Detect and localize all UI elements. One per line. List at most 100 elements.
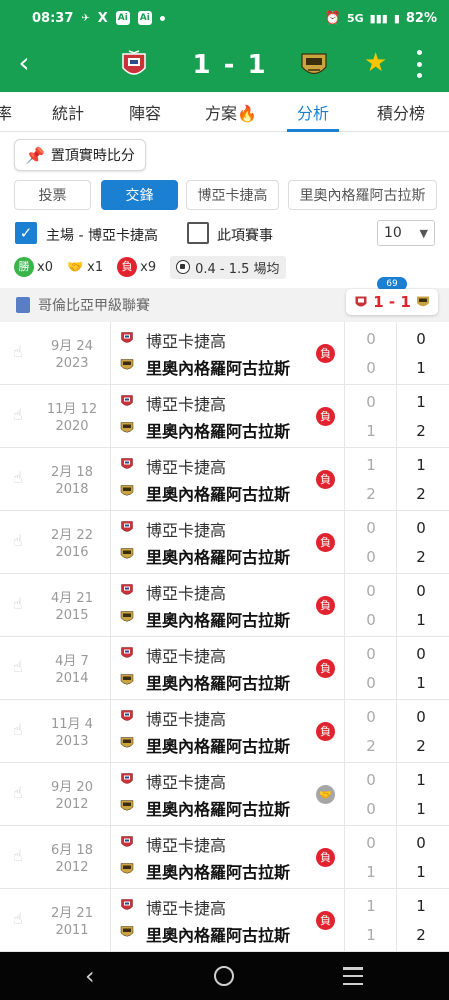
match-row[interactable]: ☝ 6月 18 2012 博亞卡捷高 里奧內格羅阿古拉斯 負 0 1 0 1 <box>0 826 449 889</box>
match-date: 9月 24 2023 <box>36 338 108 372</box>
tab-lineup[interactable]: 陣容 <box>129 100 161 124</box>
result-badge: 負 <box>316 659 335 678</box>
match-year: 2011 <box>55 923 89 938</box>
away-team: 里奧內格羅阿古拉斯 <box>120 670 290 694</box>
away-team: 里奧內格羅阿古拉斯 <box>120 796 290 820</box>
swipe-hint-icon: ☝ <box>13 657 23 676</box>
match-row[interactable]: ☝ 11月 4 2013 博亞卡捷高 里奧內格羅阿古拉斯 負 0 2 0 2 <box>0 700 449 763</box>
away-team: 里奧內格羅阿古拉斯 <box>120 544 290 568</box>
battery-icon: ▮ <box>393 11 400 25</box>
handshake-icon: 🤝 <box>66 259 84 275</box>
more-notifications-icon <box>159 15 165 21</box>
more-options-icon[interactable] <box>412 50 426 78</box>
match-date: 2月 18 2018 <box>36 464 108 498</box>
column-divider <box>396 700 397 763</box>
match-row[interactable]: ☝ 2月 21 2011 博亞卡捷高 里奧內格羅阿古拉斯 負 1 1 1 2 <box>0 889 449 952</box>
segment-home-team[interactable]: 博亞卡捷高 <box>186 180 279 210</box>
match-row[interactable]: ☝ 2月 18 2018 博亞卡捷高 里奧內格羅阿古拉斯 負 1 2 1 2 <box>0 448 449 511</box>
match-year: 2020 <box>55 419 89 434</box>
fulltime-away-score: 2 <box>416 485 426 503</box>
tab-standings[interactable]: 積分榜 <box>377 100 425 124</box>
fulltime-away-score: 1 <box>416 863 426 881</box>
segment-away-team[interactable]: 里奧內格羅阿古拉斯 <box>288 180 437 210</box>
match-year: 2018 <box>55 482 89 497</box>
column-divider <box>110 511 111 574</box>
home-team: 博亞卡捷高 <box>120 454 226 478</box>
away-team-crest-icon <box>120 420 146 440</box>
away-team-crest-icon <box>120 357 146 377</box>
match-row[interactable]: ☝ 11月 12 2020 博亞卡捷高 里奧內格羅阿古拉斯 負 0 1 1 2 <box>0 385 449 448</box>
match-date: 6月 18 2012 <box>36 842 108 876</box>
result-badge: 負 <box>316 470 335 489</box>
back-arrow-icon[interactable]: ‹ <box>10 48 38 80</box>
match-date: 9月 20 2012 <box>36 779 108 813</box>
win-count: x0 <box>37 259 53 275</box>
match-row[interactable]: ☝ 4月 21 2015 博亞卡捷高 里奧內格羅阿古拉斯 負 0 0 0 1 <box>0 574 449 637</box>
match-row[interactable]: ☝ 4月 7 2014 博亞卡捷高 里奧內格羅阿古拉斯 負 0 0 0 1 <box>0 637 449 700</box>
home-team-crest-icon <box>120 582 146 602</box>
tab-stats[interactable]: 統計 <box>52 100 84 124</box>
fulltime-home-score: 0 <box>416 834 426 852</box>
match-count-select[interactable]: 10 ▼ <box>377 220 435 246</box>
home-team-crest-icon <box>122 50 146 75</box>
halftime-home-score: 0 <box>366 330 376 348</box>
away-team-name: 里奧內格羅阿古拉斯 <box>146 422 291 441</box>
same-event-checkbox[interactable] <box>187 222 209 244</box>
live-score-box: 1 - 1 <box>346 289 438 315</box>
pin-live-score-button[interactable]: 📌 置頂實時比分 <box>14 139 146 171</box>
halftime-home-score: 0 <box>366 771 376 789</box>
column-divider <box>110 448 111 511</box>
match-count-value: 10 <box>384 225 402 241</box>
away-team: 里奧內格羅阿古拉斯 <box>120 922 290 946</box>
halftime-home-score: 0 <box>366 582 376 600</box>
battery-percent: 82% <box>405 10 437 26</box>
home-team: 博亞卡捷高 <box>120 895 226 919</box>
match-row[interactable]: ☝ 9月 24 2023 博亞卡捷高 里奧內格羅阿古拉斯 負 0 0 0 1 <box>0 322 449 385</box>
segment-vote[interactable]: 投票 <box>14 180 91 210</box>
fulltime-home-score: 0 <box>416 708 426 726</box>
match-row[interactable]: ☝ 9月 20 2012 博亞卡捷高 里奧內格羅阿古拉斯 🤝 0 0 1 1 <box>0 763 449 826</box>
tab-rate[interactable]: 率 <box>0 100 12 124</box>
home-team: 博亞卡捷高 <box>120 517 226 541</box>
result-badge: 負 <box>316 596 335 615</box>
halftime-home-score: 0 <box>366 519 376 537</box>
home-filter-checkbox[interactable]: ✓ <box>15 222 37 244</box>
system-nav-bar: ‹ <box>0 952 449 1000</box>
home-team-crest-icon <box>120 393 146 413</box>
column-divider <box>344 889 345 952</box>
column-divider <box>110 637 111 700</box>
tab-analysis[interactable]: 分析 <box>297 100 329 124</box>
favorite-star-icon[interactable]: ★ <box>364 48 387 78</box>
column-divider <box>396 511 397 574</box>
halftime-home-score: 1 <box>366 897 376 915</box>
away-team: 里奧內格羅阿古拉斯 <box>120 481 290 505</box>
halftime-away-score: 0 <box>366 359 376 377</box>
column-divider <box>396 763 397 826</box>
home-team-crest-icon <box>120 771 146 791</box>
away-team-crest-icon <box>120 924 146 944</box>
halftime-away-score: 2 <box>366 485 376 503</box>
nav-home-icon[interactable] <box>214 966 234 986</box>
status-bar: 08:37 ✈ X Ai Ai ⏰ 5G ▮▮▮ ▮ 82% <box>0 0 449 36</box>
column-divider <box>110 826 111 889</box>
home-team-crest-icon <box>120 708 146 728</box>
nav-back-icon[interactable]: ‹ <box>85 962 95 990</box>
swipe-hint-icon: ☝ <box>13 720 23 739</box>
away-team: 里奧內格羅阿古拉斯 <box>120 859 290 883</box>
match-row[interactable]: ☝ 2月 22 2016 博亞卡捷高 里奧內格羅阿古拉斯 負 0 0 0 2 <box>0 511 449 574</box>
network-label: 5G <box>346 11 364 25</box>
record-summary: 勝 x0 🤝 x1 負 x9 0.4 - 1.5 場均 <box>14 255 286 279</box>
home-filter-label: 主場 - 博亞卡捷高 <box>46 228 158 244</box>
home-team: 博亞卡捷高 <box>120 706 226 730</box>
alarm-icon: ⏰ <box>324 10 341 26</box>
away-team-name: 里奧內格羅阿古拉斯 <box>146 548 291 567</box>
away-team-crest-icon <box>120 546 146 566</box>
halftime-home-score: 0 <box>366 708 376 726</box>
tab-plans[interactable]: 方案🔥 <box>205 100 257 124</box>
segment-head-to-head[interactable]: 交鋒 <box>101 180 178 210</box>
same-event-label: 此項賽事 <box>217 228 273 244</box>
home-team-name: 博亞卡捷高 <box>146 899 227 918</box>
result-badge: 🤝 <box>316 785 335 804</box>
nav-recents-icon[interactable] <box>343 967 363 985</box>
home-team: 博亞卡捷高 <box>120 580 226 604</box>
